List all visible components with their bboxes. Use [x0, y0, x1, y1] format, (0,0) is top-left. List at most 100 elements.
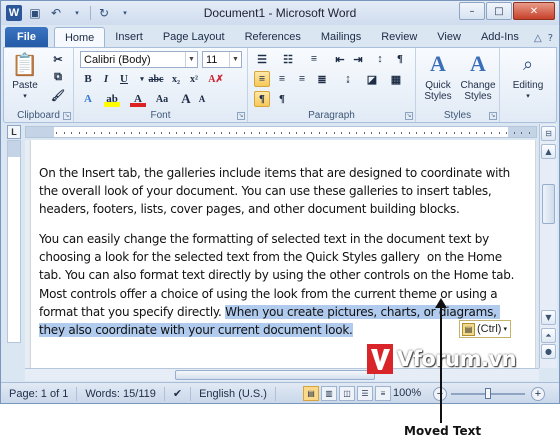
align-center-icon[interactable]: ≡	[274, 71, 290, 87]
chevron-down-icon: ▼	[229, 52, 241, 67]
numbering-icon[interactable]: ☷	[280, 51, 296, 67]
ruler-tick	[281, 132, 282, 134]
styles-launcher-icon[interactable]: ↘	[489, 112, 497, 120]
scroll-down-icon[interactable]: ▼	[541, 310, 556, 325]
tab-home[interactable]: Home	[53, 27, 106, 47]
ltr-icon[interactable]: ¶	[254, 91, 270, 107]
select-browse-object-icon[interactable]: ●	[541, 344, 556, 359]
editing-button[interactable]: ⌕ Editing ▾	[506, 50, 550, 102]
font-name-combo[interactable]: Calibri (Body) ▼	[80, 51, 198, 68]
line-spacing-icon[interactable]: ↨	[340, 71, 356, 87]
grow-font-icon[interactable]: A	[178, 91, 194, 107]
shrink-font-icon[interactable]: A	[194, 91, 210, 107]
cut-icon[interactable]: ✂	[50, 51, 66, 67]
ruler-tick	[408, 132, 410, 134]
tab-selector[interactable]: L	[7, 125, 21, 139]
change-case-icon[interactable]: Aa	[154, 91, 170, 107]
show-formatting-icon[interactable]: ¶	[392, 51, 408, 67]
tab-review[interactable]: Review	[371, 27, 427, 47]
tab-page-layout[interactable]: Page Layout	[153, 27, 235, 47]
chevron-down-icon: ▾	[23, 93, 27, 100]
paragraph-2[interactable]: You can easily change the formatting of …	[39, 230, 525, 339]
view-ruler-icon[interactable]: ⊟	[541, 126, 556, 141]
tab-add-ins[interactable]: Add-Ins	[471, 27, 529, 47]
paragraph-group-label: Paragraph	[308, 110, 355, 121]
paragraph-launcher-icon[interactable]: ↘	[405, 112, 413, 120]
font-launcher-icon[interactable]: ↘	[237, 112, 245, 120]
font-size-combo[interactable]: 11 ▼	[202, 51, 242, 68]
ruler-tick	[138, 132, 140, 134]
increase-indent-icon[interactable]: ⇥	[350, 51, 366, 67]
tab-references[interactable]: References	[235, 27, 311, 47]
format-painter-icon[interactable]: 🖌	[50, 87, 66, 103]
clear-formatting-icon[interactable]: A✗	[208, 71, 224, 87]
title-bar: W ▣ ↶ ▾ ↻ ▾ Document1 - Microsoft Word –…	[1, 1, 559, 25]
ruler-tick	[153, 132, 155, 134]
sort-icon[interactable]: ↕	[372, 51, 388, 67]
ruler-tick	[288, 132, 290, 134]
shading-icon[interactable]: ◪	[364, 71, 380, 87]
vertical-scrollbar[interactable]: ⊟ ▲ ▼ ⏶ ●	[539, 124, 557, 368]
tab-view[interactable]: View	[427, 27, 471, 47]
paragraph-1[interactable]: On the Insert tab, the galleries include…	[39, 164, 525, 219]
scroll-up-icon[interactable]: ▲	[541, 144, 556, 159]
align-right-icon[interactable]: ≡	[294, 71, 310, 87]
minimize-button[interactable]: –	[459, 2, 485, 20]
draft-icon[interactable]: ≡	[375, 386, 391, 401]
tab-insert[interactable]: Insert	[105, 27, 153, 47]
rtl-icon[interactable]: ¶	[274, 91, 290, 107]
tab-mailings[interactable]: Mailings	[311, 27, 371, 47]
web-layout-icon[interactable]: ◫	[339, 386, 355, 401]
highlight-icon[interactable]: ab	[104, 91, 120, 107]
ruler-tick	[483, 132, 485, 134]
change-styles-button[interactable]: A Change Styles	[458, 50, 498, 102]
paste-options-button[interactable]: ▤ (Ctrl) ▾	[459, 320, 511, 338]
minimize-ribbon-icon[interactable]: △	[534, 33, 542, 44]
print-layout-icon[interactable]: ▤	[303, 386, 319, 401]
annotation-caption: Moved Text	[404, 424, 482, 438]
close-button[interactable]: ✕	[513, 2, 555, 20]
borders-icon[interactable]: ▦	[388, 71, 404, 87]
underline-icon[interactable]: U	[116, 71, 132, 87]
multilevel-list-icon[interactable]: ≡	[306, 51, 322, 67]
zoom-level[interactable]: 100%	[393, 387, 421, 399]
vertical-ruler[interactable]	[7, 140, 21, 343]
paste-button[interactable]: 📋 Paste ▾	[8, 50, 42, 102]
chevron-down-icon: ▾	[503, 326, 507, 333]
zoom-slider-knob[interactable]	[485, 388, 491, 399]
copy-icon[interactable]: ⧉	[50, 69, 66, 85]
word-count[interactable]: Words: 15/119	[77, 386, 165, 401]
horizontal-ruler[interactable]	[25, 126, 537, 138]
document-area[interactable]: On the Insert tab, the galleries include…	[25, 140, 537, 368]
full-screen-reading-icon[interactable]: ▥	[321, 386, 337, 401]
decrease-indent-icon[interactable]: ⇤	[332, 51, 348, 67]
page-count[interactable]: Page: 1 of 1	[1, 386, 78, 401]
document-page[interactable]: On the Insert tab, the galleries include…	[31, 140, 535, 368]
clipboard-launcher-icon[interactable]: ↘	[63, 112, 71, 120]
ruler-tick	[371, 132, 372, 134]
bold-icon[interactable]: B	[80, 71, 96, 87]
zoom-slider[interactable]	[451, 388, 525, 399]
align-left-icon[interactable]: ≡	[254, 71, 270, 87]
help-icon[interactable]: ?	[548, 33, 553, 44]
justify-icon[interactable]: ≣	[314, 71, 330, 87]
horizontal-scroll-thumb[interactable]	[175, 370, 375, 380]
tab-file[interactable]: File	[5, 27, 48, 47]
ruler-tick	[318, 132, 320, 134]
outline-icon[interactable]: ☰	[357, 386, 373, 401]
previous-page-icon[interactable]: ⏶	[541, 328, 556, 343]
strikethrough-icon[interactable]: abc	[148, 71, 164, 87]
font-color-icon[interactable]: A	[130, 91, 146, 107]
proofing-icon[interactable]: ✔	[165, 386, 192, 401]
italic-icon[interactable]: I	[98, 71, 114, 87]
bullets-icon[interactable]: ☰	[254, 51, 270, 67]
superscript-icon[interactable]: x²	[186, 71, 202, 87]
text-effects-icon[interactable]: A	[80, 91, 96, 107]
change-styles-label: Change Styles	[460, 80, 496, 102]
maximize-button[interactable]: □	[486, 2, 512, 20]
scroll-thumb[interactable]	[542, 184, 555, 224]
subscript-icon[interactable]: x₂	[168, 71, 184, 87]
quick-styles-button[interactable]: A Quick Styles	[418, 50, 458, 102]
zoom-in-icon[interactable]: +	[531, 387, 545, 401]
language-indicator[interactable]: English (U.S.)	[191, 386, 276, 401]
